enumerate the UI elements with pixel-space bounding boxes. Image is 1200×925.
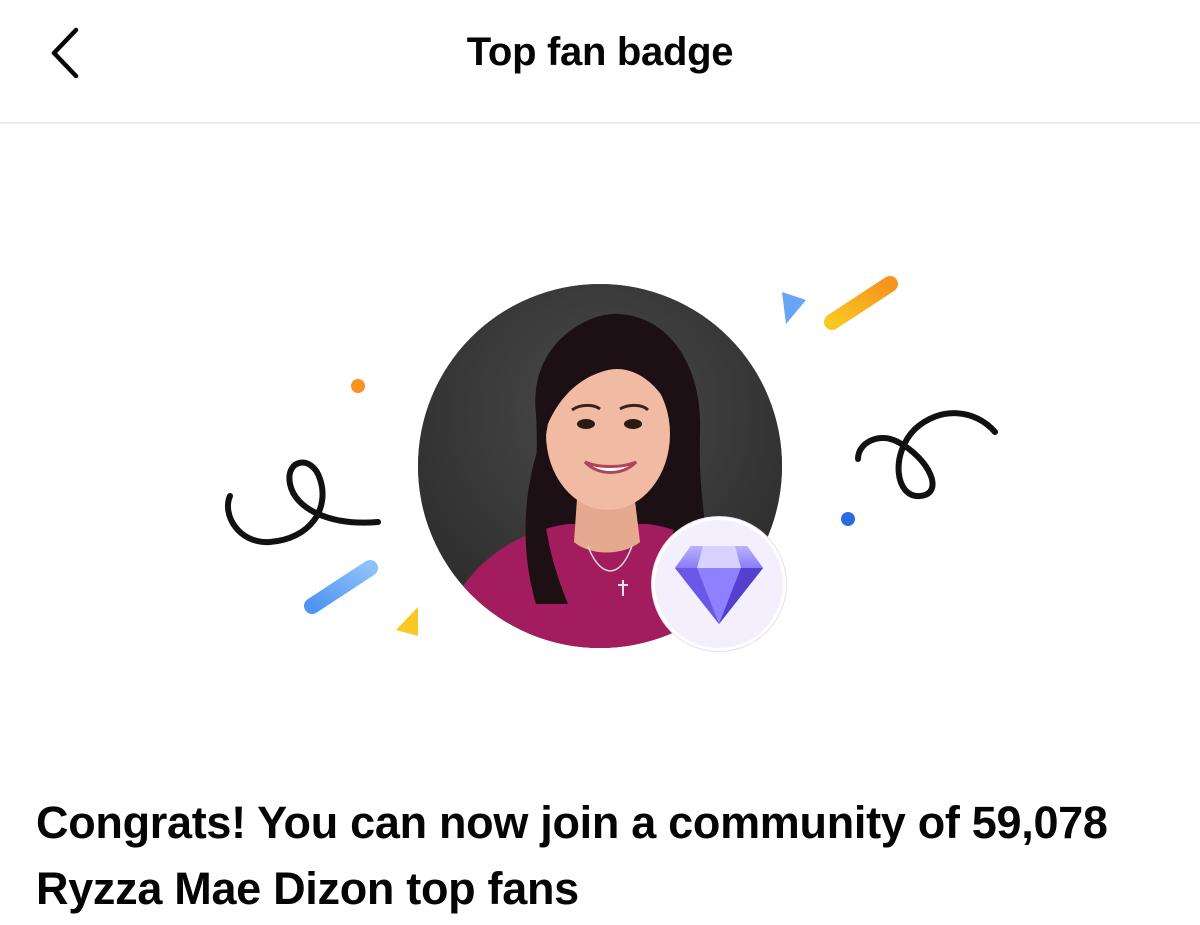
celebration-illustration (0, 124, 1200, 764)
yellow-bar (824, 276, 898, 330)
left-squiggle (225, 459, 381, 546)
blue-dot (841, 512, 855, 526)
right-squiggle (855, 410, 998, 499)
header-bar: Top fan badge (0, 0, 1200, 124)
page-title: Top fan badge (466, 30, 734, 74)
yellow-triangle (396, 607, 418, 636)
top-fan-badge (652, 517, 786, 651)
blue-bar (304, 560, 378, 614)
orange-dot (351, 379, 365, 393)
diamond-icon (675, 546, 763, 624)
blue-triangle (782, 292, 806, 324)
congrats-message: Congrats! You can now join a community o… (36, 797, 1108, 914)
